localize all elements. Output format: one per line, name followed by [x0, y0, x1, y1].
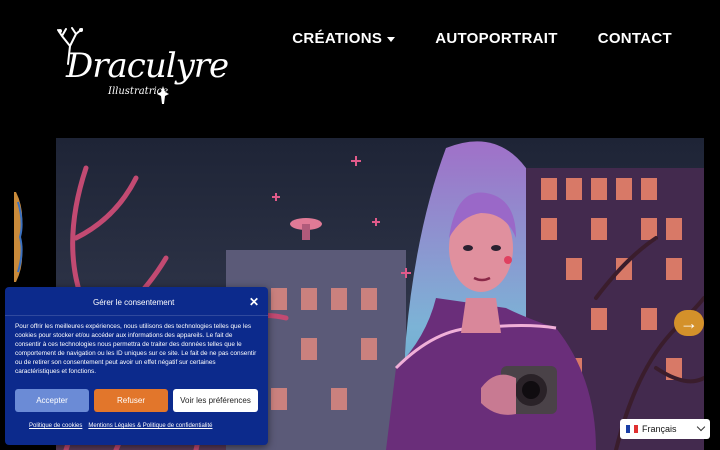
close-icon[interactable]: ✕ [249, 295, 259, 309]
legal-notice-link[interactable]: Mentions Légales & Politique de confiden… [88, 423, 212, 429]
language-label: Français [642, 424, 677, 434]
bat-icon [157, 86, 169, 104]
france-flag-icon [626, 425, 638, 433]
preferences-button[interactable]: Voir les préférences [173, 389, 258, 412]
logo-title: Draculyre [66, 46, 229, 86]
consent-title: Gérer le consentement [93, 298, 175, 307]
nav-autoportrait[interactable]: AUTOPORTRAIT [435, 30, 558, 47]
nav-creations[interactable]: CRÉATIONS [292, 30, 396, 47]
nav-creations-label: CRÉATIONS [292, 30, 383, 47]
cookie-consent-dialog: Gérer le consentement ✕ Pour offrir les … [5, 287, 268, 445]
previous-slide-peek[interactable] [14, 192, 28, 282]
main-nav: CRÉATIONS AUTOPORTRAIT CONTACT [292, 30, 672, 47]
next-slide-button[interactable]: → [674, 310, 704, 336]
nav-contact[interactable]: CONTACT [598, 30, 672, 47]
consent-divider [5, 315, 268, 316]
logo[interactable]: Draculyre Illustratrice [52, 24, 229, 114]
site-header: Draculyre Illustratrice CRÉATIONS AUTOPO… [0, 0, 720, 130]
consent-text: Pour offrir les meilleures expériences, … [15, 323, 257, 375]
accept-button[interactable]: Accepter [15, 389, 89, 412]
caret-down-icon [387, 36, 396, 42]
arrow-right-icon: → [680, 312, 698, 333]
cookie-policy-link[interactable]: Politique de cookies [29, 423, 82, 429]
refuse-button[interactable]: Refuser [94, 389, 168, 412]
consent-links: Politique de cookies Mentions Légales & … [29, 423, 212, 429]
chevron-down-icon [696, 422, 706, 432]
language-selector[interactable]: Français [620, 419, 710, 439]
